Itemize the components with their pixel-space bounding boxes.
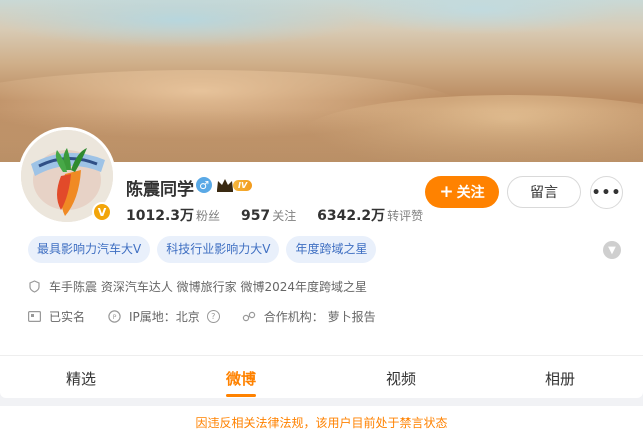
following-count: 957 <box>240 208 271 224</box>
bio-text: 车手陈震 资深汽车达人 微博旅行家 微博2024年度跨域之星 <box>49 280 367 294</box>
profile-tabs: 精选 微博 视频 相册 <box>0 356 643 398</box>
male-icon: ♂ <box>196 177 212 193</box>
level-badge: IV <box>233 180 253 191</box>
likes-stat: 6342.2万 转评赞 <box>317 208 423 224</box>
profile-stats: 1012.3万 粉丝 957 关注 6342.2万 转评赞 <box>126 205 423 225</box>
cooperation-item: 合作机构： 萝卜报告 <box>242 308 376 325</box>
id-card-icon <box>27 310 41 324</box>
follow-button[interactable]: + 关注 <box>425 176 499 208</box>
link-icon <box>242 310 256 324</box>
more-options-button[interactable]: ••• <box>590 176 623 209</box>
crown-icon <box>217 179 233 192</box>
meta-row: 已实名 P IP属地：北京 ? 合作机构： 萝卜报告 <box>27 308 398 325</box>
badge-icon <box>27 280 41 294</box>
follow-button-label: 关注 <box>456 185 485 201</box>
mute-notice: 因违反相关法律法规，该用户目前处于禁言状态 <box>0 406 643 444</box>
verified-item: 已实名 <box>27 308 85 325</box>
tag-list: 最具影响力汽车大V 科技行业影响力大V 年度跨域之星 <box>28 236 383 263</box>
likes-label: 转评赞 <box>387 209 424 223</box>
tag-item[interactable]: 最具影响力汽车大V <box>28 236 151 263</box>
following-label: 关注 <box>272 209 297 223</box>
cooperation-text: 合作机构： 萝卜报告 <box>263 310 376 324</box>
active-tab-indicator <box>226 394 256 397</box>
tab-albums[interactable]: 相册 <box>520 368 600 389</box>
more-icon: ••• <box>591 184 622 201</box>
message-button[interactable]: 留言 <box>507 176 581 208</box>
svg-text:P: P <box>112 314 116 321</box>
verified-v-icon: V <box>92 202 112 222</box>
help-icon[interactable]: ? <box>206 310 220 323</box>
chevron-down-icon[interactable]: ▼ <box>603 241 621 259</box>
profile-name: 陈震同学 <box>126 180 194 200</box>
likes-count: 6342.2万 <box>317 208 386 224</box>
bio-row: 车手陈震 资深汽车达人 微博旅行家 微博2024年度跨域之星 <box>27 278 367 295</box>
plus-icon: + <box>439 182 454 202</box>
ip-item: P IP属地：北京 ? <box>107 308 220 325</box>
following-stat[interactable]: 957 关注 <box>241 208 301 224</box>
tag-item[interactable]: 科技行业影响力大V <box>157 236 280 263</box>
ip-icon: P <box>107 310 121 324</box>
ip-location: IP属地：北京 <box>129 310 200 324</box>
profile-card: V 陈震同学 ♂ IV 1012.3万 粉丝 957 关注 6342.2万 转评赞 +… <box>0 0 643 398</box>
message-button-label: 留言 <box>530 185 558 201</box>
tab-featured[interactable]: 精选 <box>41 368 121 389</box>
followers-count: 1012.3万 <box>126 208 195 224</box>
followers-label: 粉丝 <box>196 209 221 223</box>
followers-stat[interactable]: 1012.3万 粉丝 <box>126 208 225 224</box>
verified-text: 已实名 <box>49 310 86 324</box>
tab-weibo[interactable]: 微博 <box>201 368 281 389</box>
tab-videos[interactable]: 视频 <box>361 368 441 389</box>
tag-item[interactable]: 年度跨域之星 <box>286 236 377 263</box>
